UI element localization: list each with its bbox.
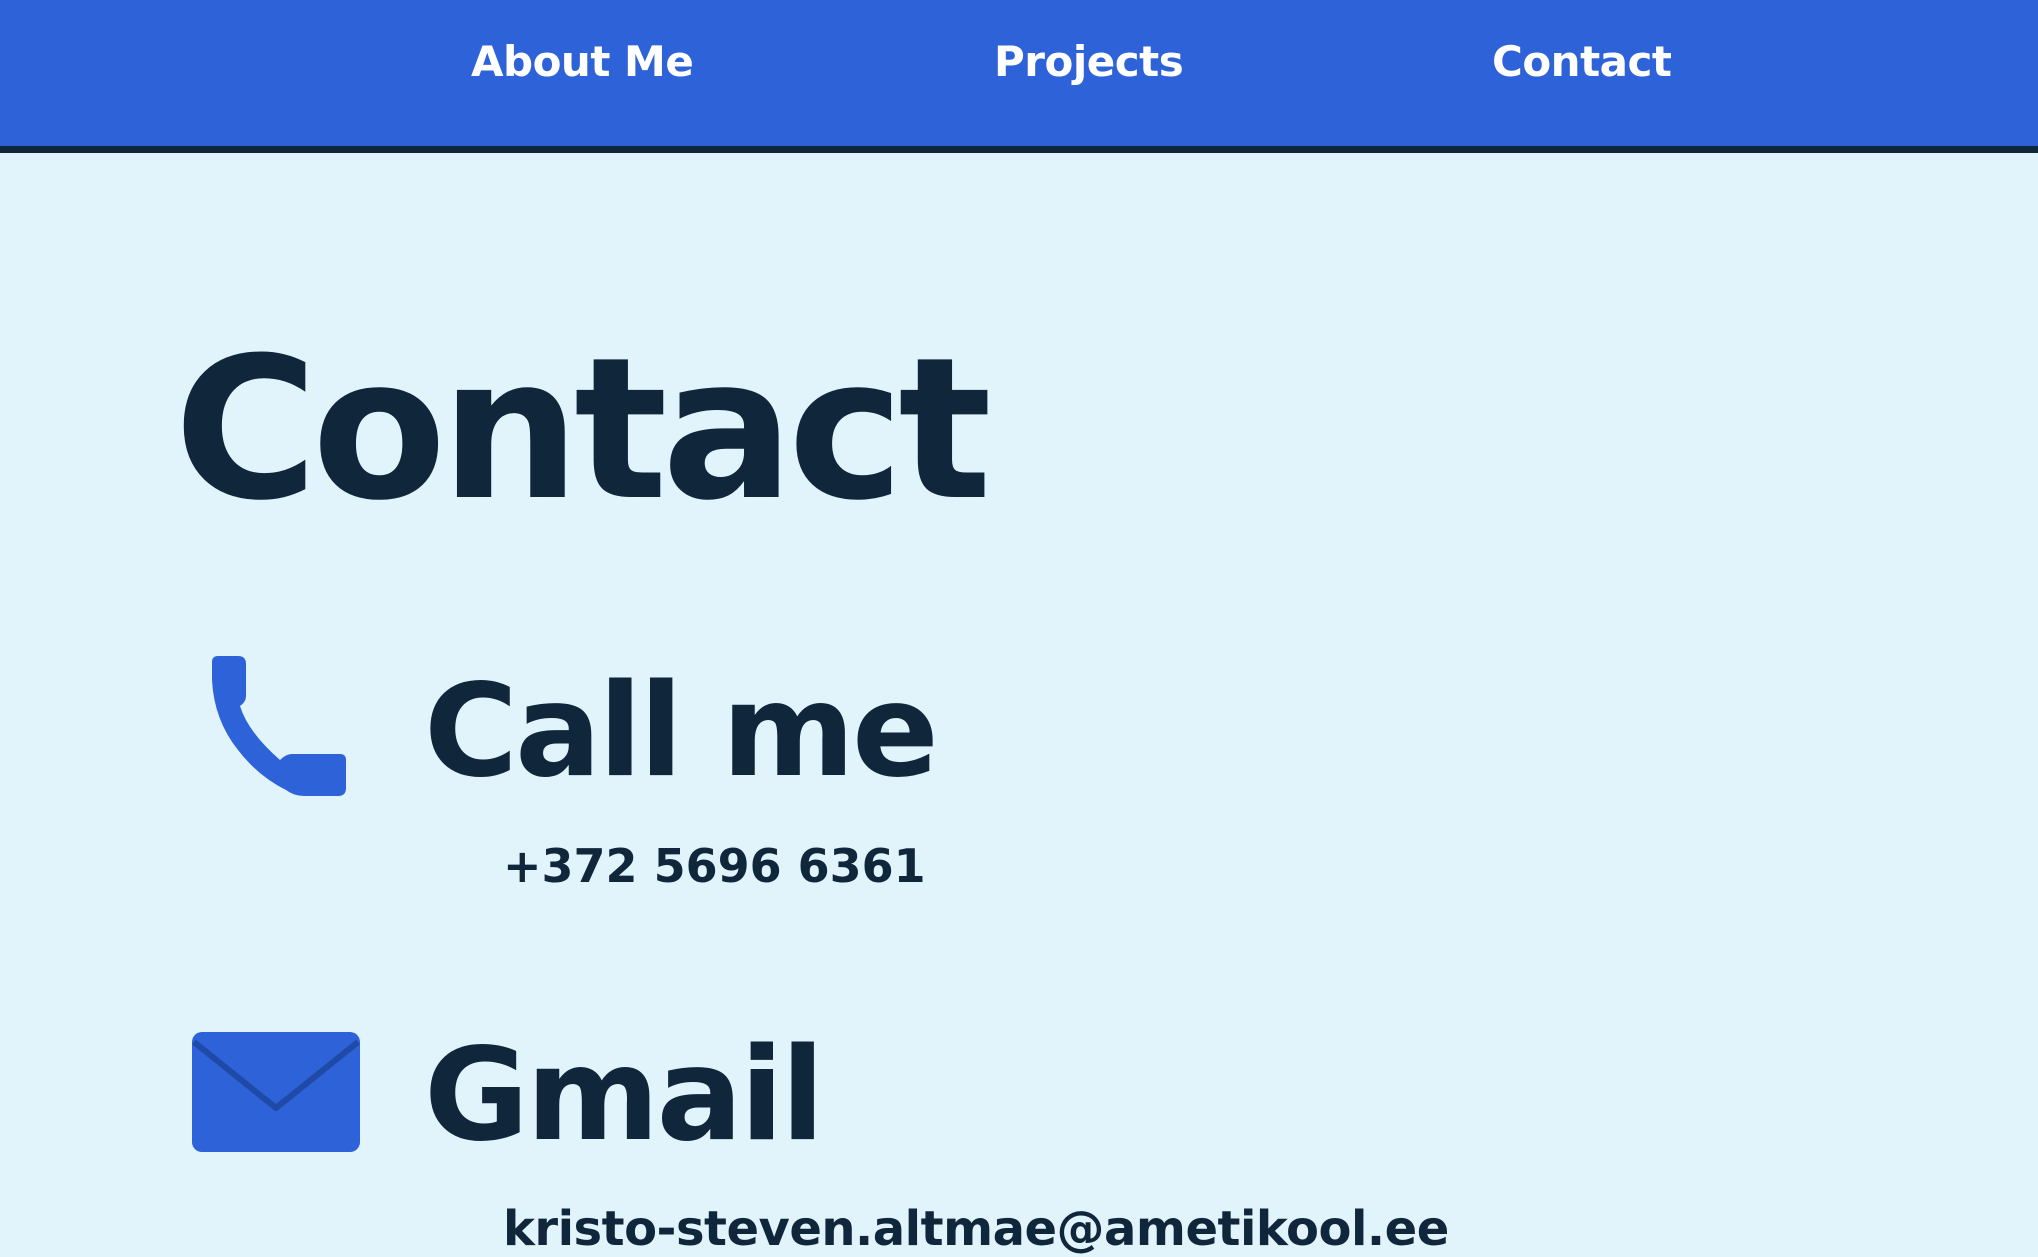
top-navbar: About Me Projects Contact: [0, 0, 2038, 153]
nav-link-contact[interactable]: Contact: [1492, 36, 1672, 88]
email-address-link[interactable]: kristo-steven.altmae@ametikool.ee: [503, 1201, 1449, 1257]
call-me-heading: Call me: [424, 657, 939, 806]
phone-number-link[interactable]: +372 5696 6361: [503, 838, 926, 894]
gmail-heading: Gmail: [424, 1021, 825, 1170]
nav-link-about-me[interactable]: About Me: [471, 36, 694, 88]
phone-icon: [212, 656, 346, 796]
page-title: Contact: [174, 316, 992, 544]
nav-link-projects[interactable]: Projects: [994, 36, 1184, 88]
mail-icon: [192, 1032, 360, 1152]
